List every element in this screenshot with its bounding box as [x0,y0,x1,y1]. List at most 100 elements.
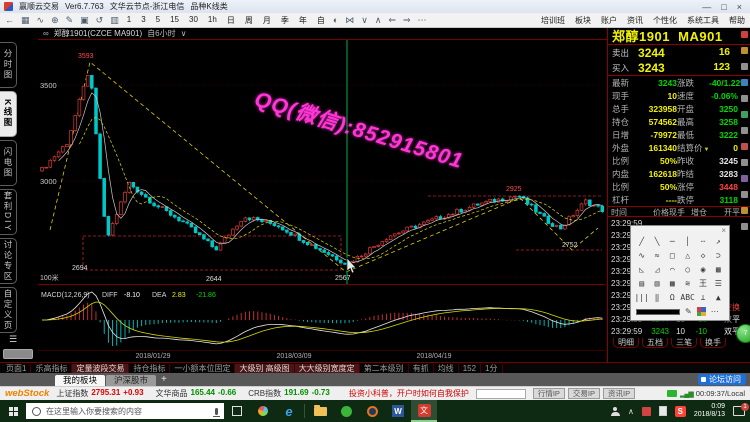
sidebar-bottom-button[interactable] [3,349,33,359]
sidebar-tab[interactable]: 闪电图 [0,140,17,186]
edge-tool-icon[interactable] [741,95,748,102]
draw-tool-icon[interactable]: ◿ [649,263,664,277]
forum-badge[interactable]: 论坛访问 [698,374,746,385]
draw-tool-icon[interactable]: ∿ [634,249,649,263]
ip-server-button[interactable]: 行情IP [533,388,565,399]
page-tab[interactable]: 大级别 高级图 [235,364,294,373]
edge-tool-icon[interactable] [741,63,748,70]
period-selector[interactable]: 自6小时 [147,28,175,39]
draw-tool-icon[interactable]: ▲ [711,291,726,305]
task-view-button[interactable] [224,400,250,422]
draw-tool-icon[interactable]: 王 [695,277,710,291]
period-button[interactable]: 季 [280,15,290,26]
page-tab[interactable]: 大大级别宽度定 [295,364,360,373]
grid-layout-icon[interactable]: ▦ [21,16,30,25]
add-block-tab-button[interactable]: + [161,374,167,386]
draw-tool-icon[interactable]: △ [680,249,695,263]
people-icon[interactable] [611,407,620,416]
sidebar-tab[interactable]: K线图 [0,91,17,137]
refresh-icon[interactable]: ↺ [96,16,104,25]
edge-tool-icon[interactable] [741,223,748,230]
sidebar-tab[interactable]: 分时图 [0,42,17,88]
draw-tool-icon[interactable]: ▤ [634,277,649,291]
next-page-icon[interactable]: ⇒ [403,16,411,25]
draw-tool-icon[interactable]: ≈ [649,249,664,263]
draw-tool-icon[interactable]: ≋ [680,277,695,291]
edge-tool-icon[interactable] [741,31,748,38]
start-button[interactable] [0,400,26,422]
edge-tool-icon[interactable] [741,79,748,86]
draw-tool-icon[interactable]: □ [665,249,680,263]
menu-item[interactable]: 帮助 [729,15,745,26]
period-button[interactable]: 日 [226,15,236,26]
draw-tool-icon[interactable]: ─ [665,235,680,249]
line-style-swatch[interactable] [636,309,680,315]
edge-browser-icon[interactable]: e [276,400,302,422]
period-button[interactable]: 年 [298,15,308,26]
edge-tool-icon[interactable] [741,127,748,134]
taskbar-search[interactable]: 在这里输入你要搜索的内容 [26,403,224,419]
page-tab[interactable]: 有抓 [409,364,434,373]
firefox-icon[interactable] [359,400,385,422]
color-picker-icon[interactable] [697,307,706,316]
draw-tool-icon[interactable]: ⌒ [665,263,680,277]
edge-tool-icon[interactable] [741,175,748,182]
period-button[interactable]: 1 [126,15,132,26]
chevron-down-icon[interactable]: ∨ [181,29,187,38]
page-tab[interactable]: 一小额本位固定 [170,364,235,373]
page-tab[interactable]: 乐高指标 [31,364,72,373]
period-button[interactable]: 周 [244,15,254,26]
page-tab[interactable]: 152 [459,364,481,373]
palette-close-icon[interactable]: × [721,226,726,235]
draw-tool-icon[interactable]: ┄ [695,235,710,249]
mic-icon[interactable] [215,408,218,415]
tray-expand-icon[interactable]: ∧ [628,407,634,416]
page-tab[interactable]: 1分 [481,364,502,373]
period-button[interactable]: 月 [262,15,272,26]
trendline-icon[interactable]: ∿ [37,16,45,25]
back-icon[interactable]: ← [5,16,14,25]
draw-tool-icon[interactable]: ▩ [665,277,680,291]
period-button[interactable]: 1h [207,15,218,26]
bid-price[interactable]: 3243 [638,61,665,75]
collapse-icon[interactable]: ∨ [361,16,368,25]
draw-tool-icon[interactable]: Ω [665,291,680,305]
minimize-button[interactable]: — [702,2,711,12]
draw-tool-icon[interactable]: │ [680,235,695,249]
draw-tool-icon[interactable]: ╲ [649,235,664,249]
more-icon[interactable]: ⋯ [418,16,427,25]
edge-tool-icon[interactable] [741,47,748,54]
edge-tool-icon[interactable] [741,111,748,118]
tray-red-app-icon[interactable] [642,407,651,416]
period-button[interactable]: 15 [169,15,180,26]
page-tab[interactable]: 持仓指标 [129,364,170,373]
draw-tool-icon[interactable]: ○ [680,263,695,277]
close-button[interactable]: × [737,2,742,12]
notification-icon[interactable]: 1 [733,406,745,416]
tape-tab[interactable]: 换手 [700,338,726,348]
edge-tool-icon[interactable] [741,207,748,214]
quote-title[interactable]: 郑醇1901 MA901 [608,28,750,45]
draw-tool-icon[interactable]: ⊥ [695,291,710,305]
pencil-icon[interactable]: ✎ [685,307,692,316]
word-icon[interactable]: W [385,400,411,422]
draw-tool-icon[interactable]: ||| [634,291,649,305]
taskbar-clock[interactable]: 0:092018/8/13 [694,403,725,419]
draw-tool-icon[interactable]: ◺ [634,263,649,277]
draw-tool-icon[interactable]: ▦ [711,263,726,277]
sidebar-tab[interactable]: 套利DIY [0,189,17,235]
period-button[interactable]: 3 [140,15,146,26]
period-button[interactable]: 5 [155,15,161,26]
chart-canvas[interactable]: 35932694264425672925275235003000100米MACD… [38,40,605,362]
draw-tool-icon[interactable]: ◇ [695,249,710,263]
kline-style-icon[interactable]: ▥ [110,16,119,25]
draw-tool-icon[interactable]: ☰ [711,277,726,291]
draw-tool-icon[interactable]: ‖ [649,291,664,305]
tape-tab[interactable]: 三笔 [671,338,697,348]
draw-tool-icon[interactable]: ⊃ [711,249,726,263]
clipboard-icon[interactable] [659,406,667,416]
compress-icon[interactable]: ⋈ [345,16,354,25]
page-tab[interactable]: 第二本级别 [360,364,409,373]
sidebar-tab[interactable]: 讨论专区 [0,238,17,284]
ip-server-button[interactable]: 交易IP [568,388,600,399]
